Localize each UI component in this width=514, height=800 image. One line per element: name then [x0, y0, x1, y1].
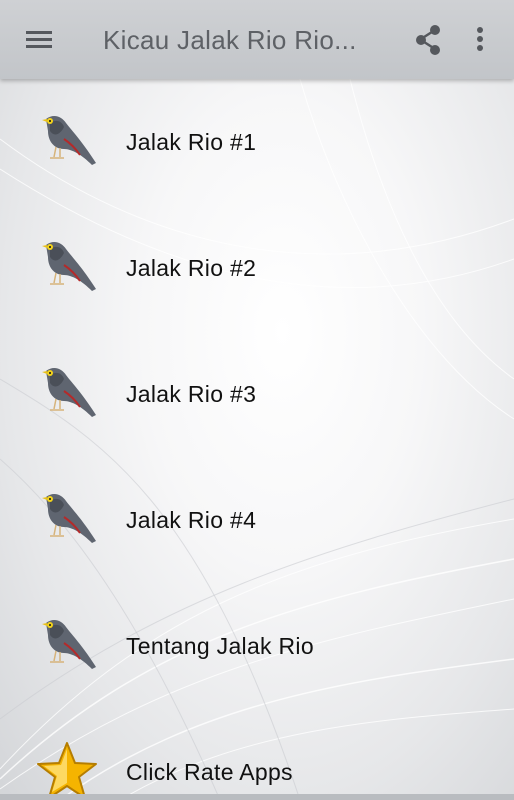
list-item-jalak-rio-4[interactable]: Jalak Rio #4: [0, 457, 514, 583]
list-item-label: Tentang Jalak Rio: [126, 633, 314, 659]
list-item-jalak-rio-1[interactable]: Jalak Rio #1: [0, 79, 514, 205]
list-item-tentang-jalak-rio[interactable]: Tentang Jalak Rio: [0, 583, 514, 709]
bottom-edge: [0, 794, 514, 800]
list-item-label: Jalak Rio #2: [126, 255, 257, 281]
list-item-label: Jalak Rio #3: [126, 381, 257, 407]
menu-button[interactable]: [18, 22, 60, 56]
list-item-click-rate-apps[interactable]: Click Rate Apps: [0, 709, 514, 800]
list-item-jalak-rio-3[interactable]: Jalak Rio #3: [0, 331, 514, 457]
hamburger-menu-icon: [26, 31, 52, 48]
list-item-label: Jalak Rio #1: [126, 129, 257, 155]
bird-icon: [42, 494, 96, 543]
star-icon: [37, 742, 97, 799]
list-item-jalak-rio-2[interactable]: Jalak Rio #2: [0, 205, 514, 331]
page-title: Kicau Jalak Rio Rio...: [103, 25, 357, 55]
share-icon: [416, 25, 440, 55]
content-area: Jalak Rio #1 Jalak Rio #2 Jalak Rio #3 J…: [0, 79, 514, 800]
share-button[interactable]: [408, 20, 448, 60]
list-item-label: Click Rate Apps: [126, 759, 293, 785]
app-toolbar: Kicau Jalak Rio Rio...: [0, 0, 514, 79]
bird-icon: [42, 116, 96, 165]
bird-icon: [42, 242, 96, 291]
more-vertical-icon: [477, 27, 483, 51]
list-item-label: Jalak Rio #4: [126, 507, 257, 533]
bird-icon: [42, 620, 96, 669]
bird-icon: [42, 368, 96, 417]
more-options-button[interactable]: [466, 20, 494, 60]
